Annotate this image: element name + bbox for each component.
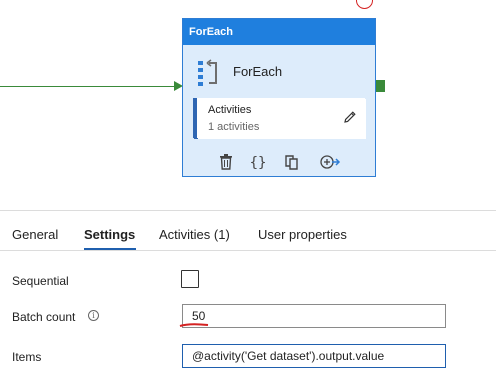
tab-settings[interactable]: Settings	[84, 227, 135, 242]
tab-user-properties[interactable]: User properties	[258, 227, 347, 242]
output-connector-handle[interactable]	[376, 80, 385, 92]
info-icon[interactable]: i	[88, 310, 99, 321]
node-main: ForEach	[183, 45, 375, 98]
batch-count-input[interactable]: 50	[182, 304, 446, 328]
pipeline-canvas[interactable]: ForEach ForEach {} Activities 1 activiti…	[0, 0, 496, 210]
copy-icon[interactable]	[283, 153, 301, 171]
active-tab-indicator	[84, 248, 136, 250]
node-header: ForEach	[183, 19, 375, 45]
settings-tabs: General Settings Activities (1) User pro…	[0, 211, 496, 251]
activities-count: 1 activities	[208, 121, 260, 133]
sequential-checkbox[interactable]	[181, 270, 199, 288]
code-braces-icon[interactable]: {}	[249, 153, 267, 171]
items-label: Items	[12, 350, 42, 364]
trash-icon[interactable]	[217, 153, 235, 171]
foreach-icon	[198, 59, 217, 86]
node-toolbar: {}	[183, 151, 377, 173]
tab-activities[interactable]: Activities (1)	[159, 227, 230, 242]
svg-text:{}: {}	[250, 155, 267, 171]
sequential-label: Sequential	[12, 274, 69, 288]
batch-count-label: Batch count	[12, 310, 76, 324]
activities-container[interactable]: Activities 1 activities	[193, 98, 365, 138]
input-connector-line	[0, 86, 178, 87]
annotation-underline	[179, 323, 209, 327]
activities-title: Activities	[208, 104, 252, 116]
pencil-icon[interactable]	[343, 110, 357, 124]
node-name: ForEach	[233, 64, 283, 79]
tab-general[interactable]: General	[12, 227, 58, 242]
items-input[interactable]: @activity('Get dataset').output.value	[182, 344, 446, 368]
annotation-circle	[356, 0, 373, 9]
add-output-icon[interactable]	[319, 153, 341, 171]
